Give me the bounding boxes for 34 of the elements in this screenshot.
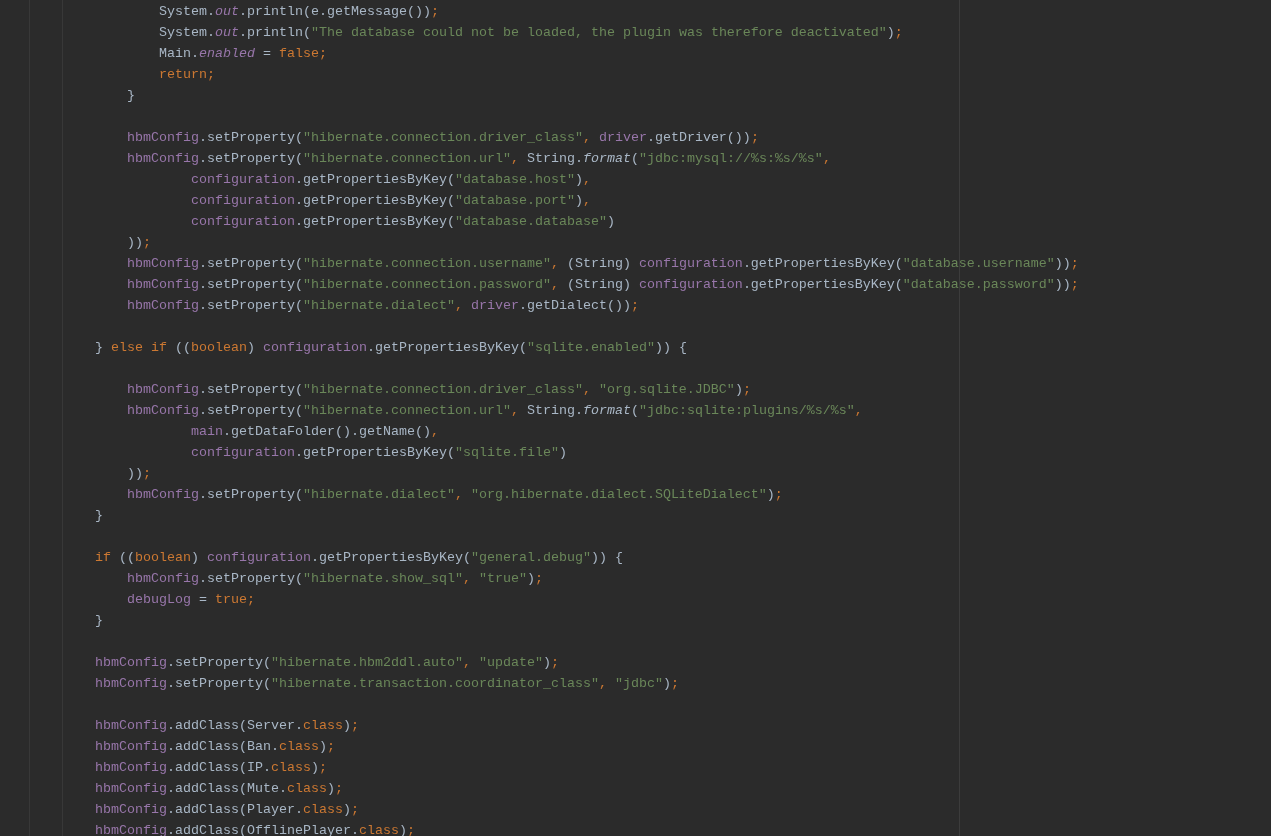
code-line: if ((boolean) configuration.getPropertiesByKey("general.debug")) { [95,550,623,565]
code-line: System.out.println(e.getMessage()); [159,4,439,19]
code-line: hbmConfig.addClass(Ban.class); [95,739,335,754]
code-line: hbmConfig.setProperty("hibernate.connection.username", (String) configuration.getPropertiesByKey("database.username")); [127,256,1079,271]
code-line: } [127,88,135,103]
code-line: hbmConfig.setProperty("hibernate.connection.driver_class", "org.sqlite.JDBC"); [127,382,751,397]
code-line: return; [159,67,215,82]
code-line: } else if ((boolean) configuration.getPropertiesByKey("sqlite.enabled")) { [95,340,687,355]
code-line: hbmConfig.setProperty("hibernate.dialect", "org.hibernate.dialect.SQLiteDialect"); [127,487,783,502]
code-line: hbmConfig.setProperty("hibernate.connection.driver_class", driver.getDriver()); [127,130,759,145]
code-line: hbmConfig.addClass(OfflinePlayer.class); [95,823,415,836]
code-line: hbmConfig.setProperty("hibernate.show_sql", "true"); [127,571,543,586]
code-line: hbmConfig.setProperty("hibernate.connection.url", String.format("jdbc:mysql://%s:%s/%s", [127,151,831,166]
code-line: )); [127,235,151,250]
code-line: Main.enabled = false; [159,46,327,61]
code-line: } [95,613,103,628]
code-line: debugLog = true; [127,592,255,607]
code-line: hbmConfig.addClass(IP.class); [95,760,327,775]
code-line: hbmConfig.setProperty("hibernate.connection.password", (String) configuration.getPropertiesByKey("database.password")); [127,277,1079,292]
code-line: } [95,508,103,523]
code-line: configuration.getPropertiesByKey("database.port"), [190,193,591,208]
code-line: hbmConfig.setProperty("hibernate.transaction.coordinator_class", "jdbc"); [95,676,679,691]
code-line: hbmConfig.setProperty("hibernate.hbm2ddl.auto", "update"); [95,655,559,670]
code-line: configuration.getPropertiesByKey("sqlite.file") [190,445,567,460]
code-line: main.getDataFolder().getName(), [190,424,439,439]
code-line: hbmConfig.addClass(Mute.class); [95,781,343,796]
code-line: hbmConfig.setProperty("hibernate.dialect", driver.getDialect()); [127,298,639,313]
code-line: hbmConfig.setProperty("hibernate.connection.url", String.format("jdbc:sqlite:plugins/%s/%s", [127,403,863,418]
code-line: )); [127,466,151,481]
code-line: configuration.getPropertiesByKey("database.host"), [190,172,591,187]
code-line: configuration.getPropertiesByKey("database.database") [190,214,615,229]
code-line: hbmConfig.addClass(Player.class); [95,802,359,817]
code-line: System.out.println("The database could not be loaded, the plugin was therefore deactivated"); [159,25,903,40]
code-line: hbmConfig.addClass(Server.class); [95,718,359,733]
